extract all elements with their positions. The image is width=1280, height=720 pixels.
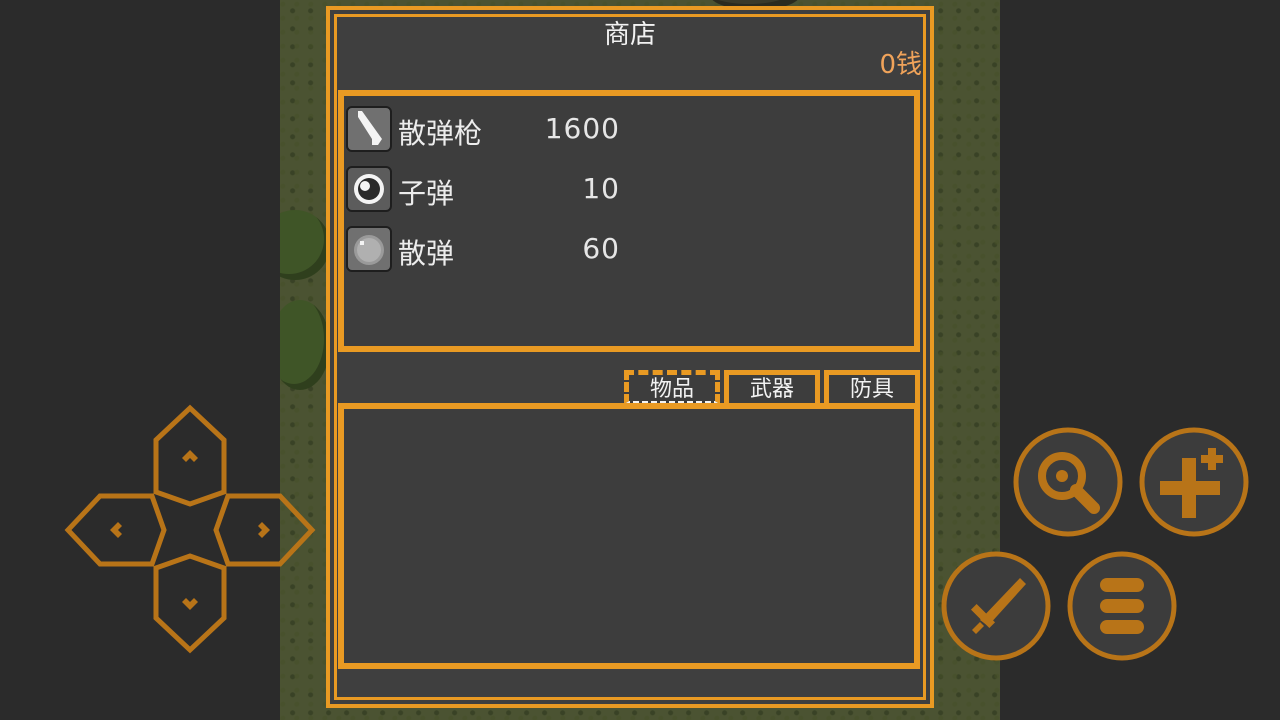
- bush: [280, 300, 330, 390]
- item-price: 1600: [544, 112, 620, 145]
- attack-button[interactable]: [940, 550, 1052, 662]
- dpad-right-button[interactable]: [216, 496, 312, 564]
- item-price: 60: [582, 232, 620, 265]
- list-item-shotgun[interactable]: 散弹枪 1600: [346, 106, 646, 154]
- dpad-down-button[interactable]: [156, 556, 224, 652]
- bullet-icon: [346, 166, 392, 212]
- dpad-up-button[interactable]: [156, 408, 224, 504]
- item-name: 散弹: [398, 237, 455, 270]
- shop-title: 商店: [603, 20, 656, 50]
- tab-items[interactable]: 物品: [624, 370, 720, 404]
- menu-icon: [1067, 551, 1177, 661]
- dpad-left-button[interactable]: [68, 496, 164, 564]
- money-display: 0钱: [879, 50, 922, 80]
- tab-weapons[interactable]: 武器: [724, 370, 820, 404]
- item-price: 10: [582, 172, 620, 205]
- sword-icon: [941, 551, 1051, 661]
- search-button[interactable]: [1012, 426, 1124, 538]
- menu-button[interactable]: [1066, 550, 1178, 662]
- item-name: 散弹枪: [398, 117, 483, 150]
- bush: [280, 210, 330, 280]
- list-item-bullet[interactable]: 子弹 10: [346, 166, 646, 214]
- plus-icon: [1139, 427, 1249, 537]
- tab-armor[interactable]: 防具: [824, 370, 920, 404]
- shotgun-icon: [346, 106, 392, 152]
- item-description-panel: [338, 403, 920, 669]
- magnifier-icon: [1013, 427, 1123, 537]
- add-button[interactable]: [1138, 426, 1250, 538]
- item-list-panel: 散弹枪 1600 子弹 10 散弹 60: [338, 90, 920, 352]
- item-name: 子弹: [398, 177, 455, 210]
- shell-icon: [346, 226, 392, 272]
- list-item-shell[interactable]: 散弹 60: [346, 226, 646, 274]
